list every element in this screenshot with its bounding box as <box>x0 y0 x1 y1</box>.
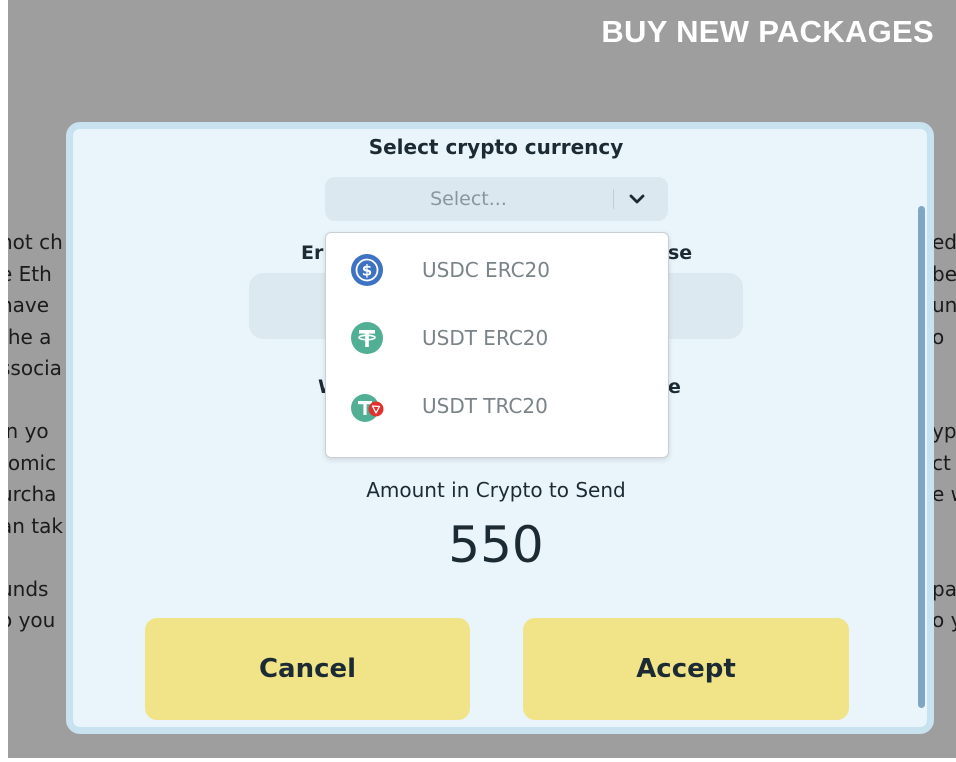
svg-text:$: $ <box>362 262 372 280</box>
background-text-line: have <box>8 293 50 317</box>
background-text-line: yp <box>932 419 956 443</box>
cancel-button[interactable]: Cancel <box>145 618 470 720</box>
background-text-line <box>932 353 956 385</box>
background-text-line: pa <box>932 576 956 601</box>
background-text-line: the a <box>8 324 52 349</box>
amount-label: Amount in Crypto to Send <box>366 478 626 502</box>
background-text-line: tomic <box>8 450 57 475</box>
crypto-dropdown-menu: $ USDC ERC20 USDT ERC20 USDT TRC20 <box>325 232 669 458</box>
background-text-line: o y <box>932 608 956 632</box>
background-text-line: o <box>932 324 945 349</box>
select-placeholder: Select... <box>430 188 507 210</box>
dropdown-option-label: USDT ERC20 <box>422 326 549 350</box>
crypto-currency-select[interactable]: Select... <box>325 177 668 221</box>
background-text-line: be <box>932 261 956 286</box>
background-text-line: not ch <box>8 230 63 254</box>
chevron-down-icon[interactable] <box>625 187 649 211</box>
wallet-label-partial-right: e <box>668 376 681 398</box>
background-text-line <box>8 385 66 417</box>
accept-button[interactable]: Accept <box>523 618 849 720</box>
background-text-line: ssocia <box>8 356 62 380</box>
amount-value: 550 <box>448 516 544 574</box>
dropdown-option-usdc-erc20[interactable]: $ USDC ERC20 <box>326 237 668 303</box>
modal-scrollbar[interactable] <box>918 206 925 708</box>
background-text-line <box>932 385 956 417</box>
page-title: BUY NEW PACKAGES <box>601 14 934 49</box>
background-text-line: e Eth <box>8 261 52 286</box>
background-text-right: edbeuno ypcte w pao y <box>932 227 956 637</box>
usdt-tron-icon <box>351 394 384 422</box>
email-label-partial-left: Er <box>301 242 324 264</box>
dropdown-option-usdt-trc20[interactable]: USDT TRC20 <box>326 373 668 439</box>
background-text-line: ct <box>932 450 951 475</box>
background-text-line: unds <box>8 576 49 601</box>
background-text-left: not ch e Eth have the a ssocia in yo tomic u… <box>8 227 66 637</box>
background-text-line: in yo <box>8 419 49 443</box>
background-text-line: o you <box>8 608 56 632</box>
background-text-line: un <box>932 293 956 317</box>
usdt-icon <box>351 322 383 354</box>
dropdown-option-usdt-erc20[interactable]: USDT ERC20 <box>326 305 668 371</box>
dropdown-option-label: USDT TRC20 <box>422 394 548 418</box>
modal-heading: Select crypto currency <box>368 135 624 159</box>
select-separator <box>613 189 614 209</box>
usdc-icon: $ <box>351 254 383 286</box>
email-label-partial-right: se <box>668 242 693 264</box>
dropdown-option-label: USDC ERC20 <box>422 258 551 282</box>
background-text-line: ed <box>932 230 956 254</box>
